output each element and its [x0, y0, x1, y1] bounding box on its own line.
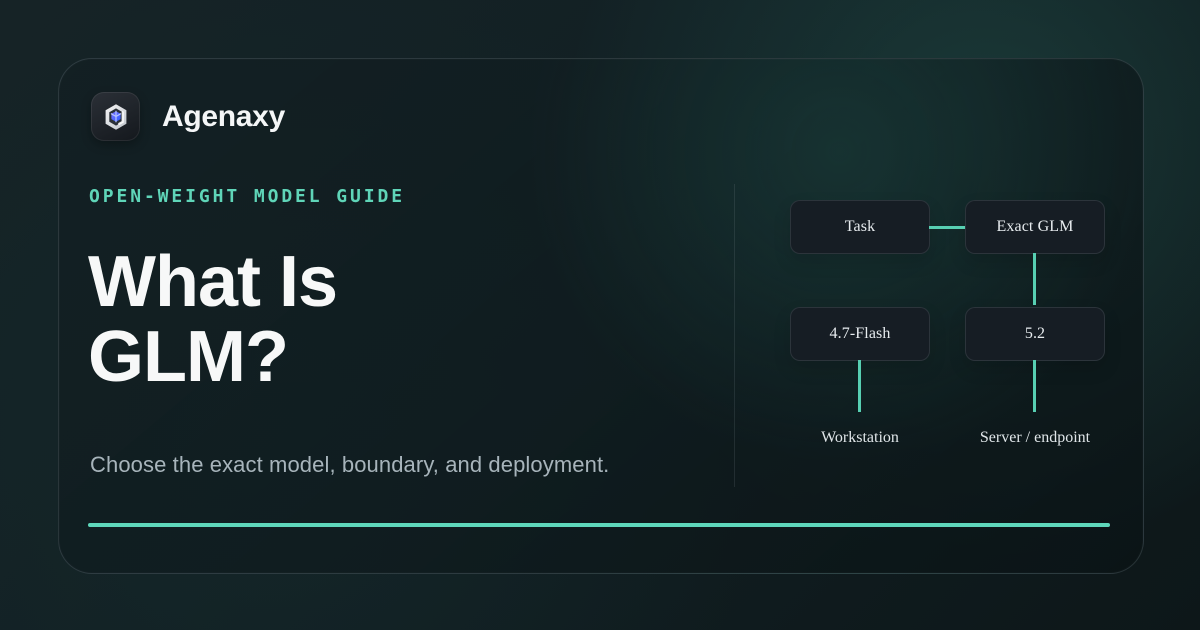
five-two-to-server-connector	[1033, 360, 1036, 412]
workstation-label: Workstation	[821, 429, 899, 446]
server-endpoint-label: Server / endpoint	[979, 429, 1091, 446]
section-eyebrow: OPEN-WEIGHT MODEL GUIDE	[89, 186, 405, 207]
exact-glm-node: Exact GLM	[965, 200, 1105, 254]
page-title-line-1: What Is	[88, 242, 338, 322]
cube-shield-icon	[91, 92, 140, 141]
bottom-accent-line	[88, 523, 1110, 527]
task-node: Task	[790, 200, 930, 254]
page-title: What Is GLM?	[88, 242, 338, 397]
exact-to-five-two-connector	[1033, 253, 1036, 305]
task-to-exact-connector	[929, 226, 965, 229]
flash-to-workstation-connector	[858, 360, 861, 412]
content-divider	[734, 184, 735, 487]
page-title-line-2: GLM?	[88, 317, 289, 397]
brand-name: Agenaxy	[162, 99, 285, 133]
page-subtitle: Choose the exact model, boundary, and de…	[90, 452, 610, 477]
flash-model-node: 4.7-Flash	[790, 307, 930, 361]
brand-header: Agenaxy	[91, 92, 285, 141]
glm-5-2-node: 5.2	[965, 307, 1105, 361]
